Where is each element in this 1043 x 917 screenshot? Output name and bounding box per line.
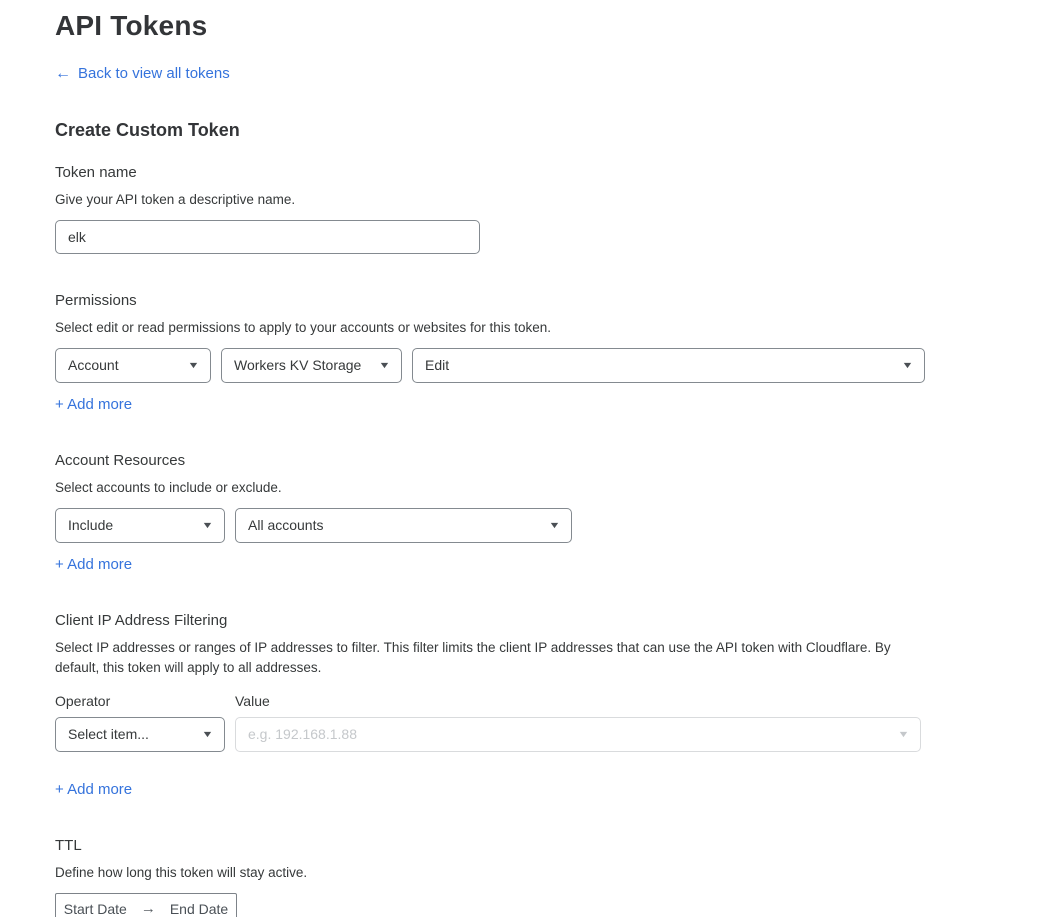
client-ip-label: Client IP Address Filtering [55,612,1043,629]
back-link-label: Back to view all tokens [78,65,230,82]
permission-access-select[interactable]: Edit ▼ [412,348,925,383]
chevron-down-icon: ▼ [187,360,199,370]
account-mode-select[interactable]: Include ▼ [55,508,225,543]
account-resources-label: Account Resources [55,452,1043,469]
section-permissions: Permissions Select edit or read permissi… [55,292,1043,414]
chevron-down-icon: ▼ [548,520,560,530]
ip-operator-select[interactable]: Select item... ▼ [55,717,225,752]
chevron-down-icon: ▼ [201,729,213,739]
ttl-description: Define how long this token will stay act… [55,863,1043,883]
section-ttl: TTL Define how long this token will stay… [55,837,1043,917]
page-title: API Tokens [55,10,1043,42]
token-name-input[interactable] [55,220,480,254]
section-token-name: Token name Give your API token a descrip… [55,164,1043,254]
token-name-description: Give your API token a descriptive name. [55,190,1043,210]
account-resources-add-more-link[interactable]: + Add more [55,556,132,573]
ttl-label: TTL [55,837,1043,854]
section-client-ip: Client IP Address Filtering Select IP ad… [55,612,1043,799]
ttl-date-range-picker[interactable]: Start Date → End Date [55,893,237,917]
accounts-value: All accounts [248,517,323,533]
chevron-down-icon: ▼ [201,520,213,530]
client-ip-row: Select item... ▼ ▼ [55,717,1043,752]
back-arrow-icon: ← [55,66,71,82]
operator-label: Operator [55,693,235,709]
permissions-row: Account ▼ Workers KV Storage ▼ Edit ▼ [55,348,1043,383]
permission-scope-value: Account [68,357,119,373]
ttl-start-date[interactable]: Start Date [64,901,127,917]
account-mode-value: Include [68,517,113,533]
account-resources-row: Include ▼ All accounts ▼ [55,508,1043,543]
api-tokens-page: API Tokens ← Back to view all tokens Cre… [0,0,1043,917]
form-heading: Create Custom Token [55,120,1043,141]
ttl-end-date[interactable]: End Date [170,901,228,917]
section-account-resources: Account Resources Select accounts to inc… [55,452,1043,574]
client-ip-column-labels: Operator Value [55,693,1043,709]
permission-access-value: Edit [425,357,449,373]
permissions-label: Permissions [55,292,1043,309]
token-name-label: Token name [55,164,1043,181]
client-ip-add-more-link[interactable]: + Add more [55,781,132,798]
permission-resource-select[interactable]: Workers KV Storage ▼ [221,348,402,383]
back-link[interactable]: ← Back to view all tokens [55,65,230,82]
ip-value-input[interactable] [248,726,891,742]
value-label: Value [235,693,270,709]
arrow-right-icon: → [141,900,156,917]
accounts-select[interactable]: All accounts ▼ [235,508,572,543]
client-ip-description: Select IP addresses or ranges of IP addr… [55,638,917,678]
permissions-description: Select edit or read permissions to apply… [55,318,1043,338]
ip-value-combobox[interactable]: ▼ [235,717,921,752]
permission-resource-value: Workers KV Storage [234,357,361,373]
chevron-down-icon: ▼ [901,360,913,370]
permissions-add-more-link[interactable]: + Add more [55,396,132,413]
chevron-down-icon: ▼ [378,360,390,370]
chevron-down-icon: ▼ [897,729,909,739]
permission-scope-select[interactable]: Account ▼ [55,348,211,383]
ip-operator-value: Select item... [68,726,149,742]
account-resources-description: Select accounts to include or exclude. [55,478,1043,498]
